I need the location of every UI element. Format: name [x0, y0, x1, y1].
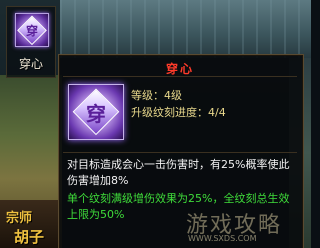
skill-name-label: 穿心: [18, 57, 43, 71]
skill-glyph-char: 穿: [25, 23, 38, 38]
engrave-skill-icon[interactable]: 穿: [15, 13, 49, 47]
background-rooftop: [60, 0, 311, 58]
tooltip-title: 穿心: [165, 62, 194, 76]
skill-level-text: 等级：4级: [131, 89, 182, 102]
engrave-skill-large-icon: 穿: [68, 84, 124, 140]
upgrade-progress-text: 升级纹刻进度：4/4: [131, 106, 226, 119]
signboard-text-1: 宗师: [6, 211, 33, 226]
tooltip-divider: [63, 152, 297, 153]
skill-slot[interactable]: 穿 穿心: [6, 6, 56, 78]
game-scene: 宗师 胡子 穿 穿心 穿心 穿 等级：4级 升级纹刻进度：4/4 对目标造成会心…: [0, 0, 311, 248]
site-watermark-url: WWW.SXDS.COM: [188, 234, 257, 243]
signboard-text-2: 胡子: [14, 228, 45, 246]
large-glyph-char: 穿: [86, 101, 106, 126]
skill-description: 对目标造成会心一击伤害时，有25%概率使此伤害增加8%: [67, 158, 290, 187]
tooltip-title-bar: 穿心: [63, 58, 297, 77]
